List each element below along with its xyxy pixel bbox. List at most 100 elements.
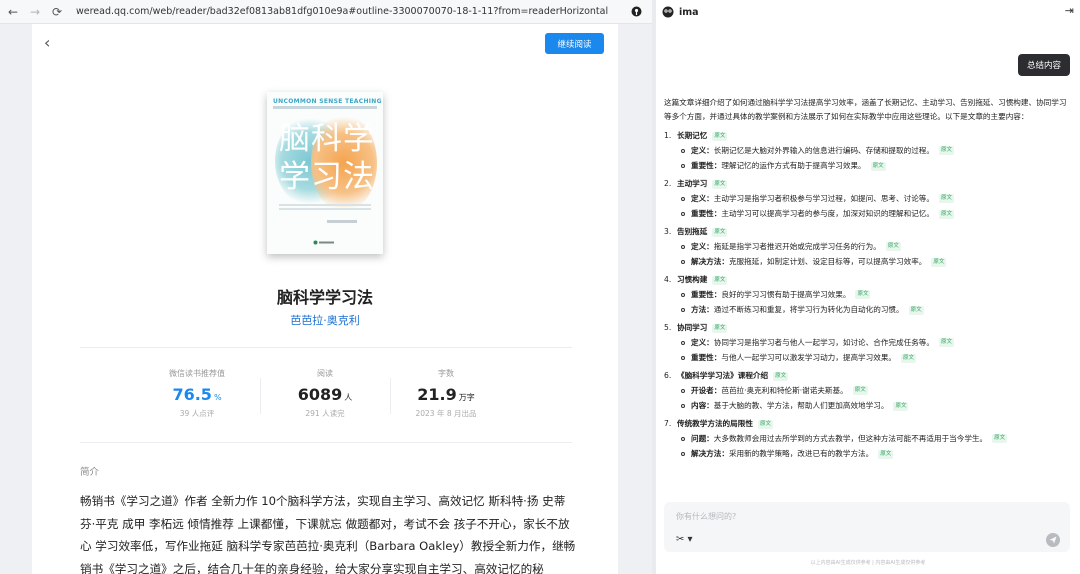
answer-section: 1. 长期记忆 原文 定义： 长期记忆是大脑对外界输入的信息进行编码、存储和提取的过程。… xyxy=(664,129,1072,174)
forward-arrow-icon[interactable]: → xyxy=(26,3,44,21)
section-bullet: 方法： 通过不断练习和重复，将学习行为转化为自动化的习惯。 原文 xyxy=(664,303,1072,319)
answer-section: 6. 《脑科学学习法》课程介绍 原文 开设者： 芭芭拉·奥克利和特伦斯·谢诺夫斯基。 原文… xyxy=(664,369,1072,414)
bullet-circle-icon xyxy=(681,260,685,265)
ima-assistant-panel: ima ⇥ 总结内容 这篇文章详细介绍了如何通过脑科学学习法提高学习效率，涵盖了… xyxy=(656,0,1080,574)
divider xyxy=(80,347,572,348)
source-tag[interactable]: 原文 xyxy=(712,131,728,141)
stat-value: 21.9 万字 xyxy=(417,385,475,404)
bullet-key: 重要性： xyxy=(691,289,722,299)
tools-button[interactable]: ✂ ▾ xyxy=(676,534,693,545)
bullet-key: 重要性： xyxy=(691,161,722,171)
bullet-key: 问题： xyxy=(691,433,714,443)
section-heading: 3. 告别拖延 原文 xyxy=(664,225,1072,239)
bullet-text: 大多数教师会用过去所学到的方式去教学，但这种方法可能不再适用于当今学生。 xyxy=(713,433,988,443)
section-bullet: 定义： 协同学习是指学习者与他人一起学习，如讨论、合作完成任务等。 原文 xyxy=(664,335,1072,351)
question-input-placeholder[interactable]: 你有什么想问的? xyxy=(676,511,736,522)
source-tag[interactable]: 原文 xyxy=(712,227,728,237)
bullet-circle-icon xyxy=(681,148,685,153)
cover-text-lines xyxy=(279,204,371,214)
section-number: 1. xyxy=(664,131,672,140)
bullet-circle-icon xyxy=(681,356,685,361)
section-bullet: 重要性： 良好的学习习惯有助于提高学习效果。 原文 xyxy=(664,287,1072,303)
section-title: 传统教学方法的局限性 xyxy=(677,419,753,428)
source-tag[interactable]: 原文 xyxy=(908,305,924,315)
section-bullet: 解决方法： 克服拖延，如制定计划、设定目标等，可以提高学习效率。 原文 xyxy=(664,255,1072,271)
address-bar[interactable]: weread.qq.com/web/reader/bad32ef0813ab81… xyxy=(76,6,626,17)
source-tag[interactable]: 原文 xyxy=(712,275,728,285)
source-tag[interactable]: 原文 xyxy=(939,194,955,204)
bullet-text: 主动学习可以提高学习者的参与度，加深对知识的理解和记忆。 xyxy=(721,209,934,219)
bullet-text: 长期记忆是大脑对外界输入的信息进行编码、存储和提取的过程。 xyxy=(713,145,934,155)
source-tag[interactable]: 原文 xyxy=(757,419,773,429)
section-bullet: 开设者： 芭芭拉·奥克利和特伦斯·谢诺夫斯基。 原文 xyxy=(664,383,1072,399)
source-tag[interactable]: 原文 xyxy=(931,257,947,267)
bullet-circle-icon xyxy=(681,308,685,313)
ima-app-name: ima xyxy=(679,6,699,18)
bullet-circle-icon xyxy=(681,196,685,201)
section-number: 3. xyxy=(664,227,672,236)
reload-icon[interactable]: ⟳ xyxy=(48,3,66,21)
source-tag[interactable]: 原文 xyxy=(855,290,871,300)
continue-reading-button[interactable]: 继续阅读 xyxy=(545,33,604,54)
answer-section: 4. 习惯构建 原文 重要性： 良好的学习习惯有助于提高学习效果。 原文 方法： 通过不断练习… xyxy=(664,273,1072,318)
cover-english-title: UNCOMMON SENSE TEACHING xyxy=(273,98,382,105)
send-button[interactable] xyxy=(1046,533,1060,547)
source-tag[interactable]: 原文 xyxy=(901,353,917,363)
source-tag[interactable]: 原文 xyxy=(870,161,886,171)
bullet-circle-icon xyxy=(681,340,685,345)
source-tag[interactable]: 原文 xyxy=(773,371,789,381)
extension-icon[interactable] xyxy=(626,3,646,21)
source-tag[interactable]: 原文 xyxy=(893,401,909,411)
section-bullet: 重要性： 主动学习可以提高学习者的参与度，加深对知识的理解和记忆。 原文 xyxy=(664,207,1072,223)
stat-label: 字数 xyxy=(438,369,454,378)
cover-subtitle-line xyxy=(273,106,377,109)
bullet-text: 通过不断练习和重复，将学习行为转化为自动化的习惯。 xyxy=(713,305,904,315)
source-tag[interactable]: 原文 xyxy=(712,179,728,189)
back-arrow-icon[interactable]: ← xyxy=(4,3,22,21)
bullet-key: 重要性： xyxy=(691,209,722,219)
answer-section: 2. 主动学习 原文 定义： 主动学习是指学习者积极参与学习过程，如提问、思考、讨论等。… xyxy=(664,177,1072,222)
section-number: 6. xyxy=(664,371,672,380)
source-tag[interactable]: 原文 xyxy=(885,242,901,252)
source-tag[interactable]: 原文 xyxy=(992,434,1008,444)
question-input-box[interactable]: 你有什么想问的? ✂ ▾ xyxy=(664,502,1070,552)
source-tag[interactable]: 原文 xyxy=(939,338,955,348)
bullet-text: 芭芭拉·奥克利和特伦斯·谢诺夫斯基。 xyxy=(721,385,848,395)
section-bullet: 定义： 拖延是指学习者推迟开始或完成学习任务的行为。 原文 xyxy=(664,239,1072,255)
section-bullet: 内容： 基于大脑的教、学方法，帮助人们更加高效地学习。 原文 xyxy=(664,399,1072,415)
source-tag[interactable]: 原文 xyxy=(939,146,955,156)
book-author-link[interactable]: 芭芭拉·奥克利 xyxy=(32,312,618,328)
bullet-text: 采用新的教学策略，改进已有的教学方法。 xyxy=(728,449,874,459)
bullet-key: 定义： xyxy=(691,145,714,155)
section-heading: 1. 长期记忆 原文 xyxy=(664,129,1072,143)
section-bullet: 问题： 大多数教师会用过去所学到的方式去教学，但这种方法可能不再适用于当今学生。原… xyxy=(664,431,1072,447)
divider xyxy=(80,442,572,443)
bullet-key: 内容： xyxy=(691,401,714,411)
source-tag[interactable]: 原文 xyxy=(712,323,728,333)
answer-section: 7. 传统教学方法的局限性 原文 问题： 大多数教师会用过去所学到的方式去教学，但这种方… xyxy=(664,417,1072,462)
source-tag[interactable]: 原文 xyxy=(939,209,955,219)
answer-section: 3. 告别拖延 原文 定义： 拖延是指学习者推迟开始或完成学习任务的行为。 原文 解决方法：… xyxy=(664,225,1072,270)
book-detail-panel: ‹ 继续阅读 UNCOMMON SENSE TEACHING 脑科学 学习法 脑… xyxy=(32,24,618,574)
back-chevron-icon[interactable]: ‹ xyxy=(44,34,58,52)
book-cover[interactable]: UNCOMMON SENSE TEACHING 脑科学 学习法 xyxy=(267,92,383,254)
bullet-key: 开设者： xyxy=(691,385,722,395)
stat-word-count: 字数 21.9 万字 2023 年 8 月出品 xyxy=(366,368,526,419)
collapse-panel-icon[interactable]: ⇥ xyxy=(1065,4,1074,17)
bullet-circle-icon xyxy=(681,244,685,249)
bullet-text: 良好的学习习惯有助于提高学习效果。 xyxy=(721,289,851,299)
summarize-content-button[interactable]: 总结内容 xyxy=(1018,54,1070,76)
section-bullet: 定义： 长期记忆是大脑对外界输入的信息进行编码、存储和提取的过程。 原文 xyxy=(664,143,1072,159)
bullet-circle-icon xyxy=(681,292,685,297)
section-bullet: 重要性： 与他人一起学习可以激发学习动力，提高学习效果。 原文 xyxy=(664,351,1072,367)
bullet-key: 解决方法： xyxy=(691,257,729,267)
section-heading: 5. 协同学习 原文 xyxy=(664,321,1072,335)
source-tag[interactable]: 原文 xyxy=(852,386,868,396)
browser-toolbar: ← → ⟳ weread.qq.com/web/reader/bad32ef08… xyxy=(0,0,652,24)
section-title: 协同学习 xyxy=(677,323,708,332)
source-tag[interactable]: 原文 xyxy=(878,449,894,459)
bullet-text: 理解记忆的运作方式有助于提高学习效果。 xyxy=(721,161,866,171)
answer-section: 5. 协同学习 原文 定义： 协同学习是指学习者与他人一起学习，如讨论、合作完成任务等。… xyxy=(664,321,1072,366)
bullet-text: 与他人一起学习可以激发学习动力，提高学习效果。 xyxy=(721,353,897,363)
section-bullet: 重要性： 理解记忆的运作方式有助于提高学习效果。 原文 xyxy=(664,159,1072,175)
